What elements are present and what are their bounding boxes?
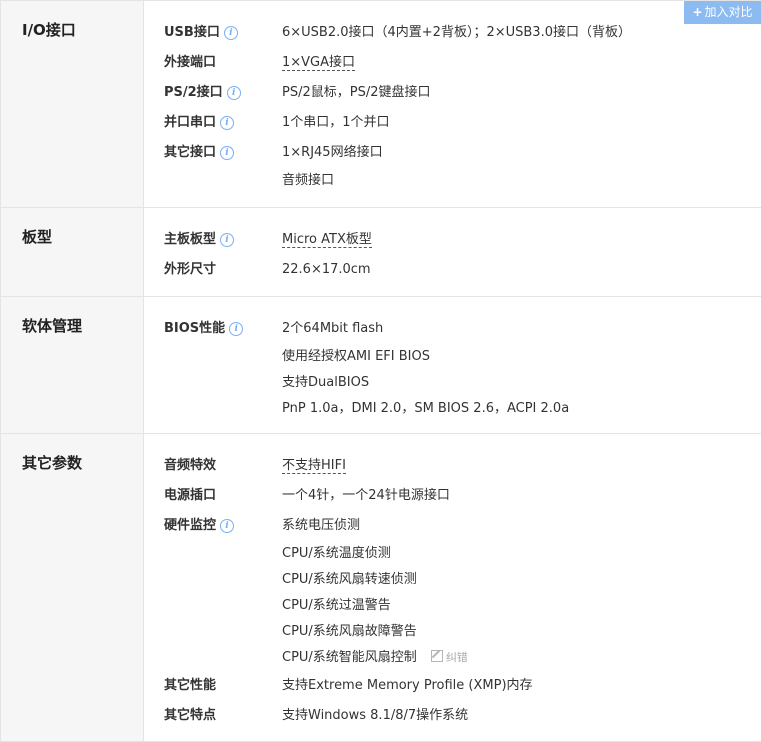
spec-label-parallel-serial: 并口串口 i bbox=[144, 108, 282, 138]
spec-value-monitor: 系统电压侦测 bbox=[282, 518, 361, 533]
spec-label-features: 其它特点 bbox=[164, 708, 217, 723]
spec-value-performance: 支持Extreme Memory Profile (XMP)内存 bbox=[282, 678, 533, 693]
info-icon[interactable]: i bbox=[220, 116, 235, 130]
spec-value-bios: 2个64Mbit flash bbox=[282, 321, 384, 336]
spec-row-other-ports: 其它接口 i 1×RJ45网络接口 音频接口 bbox=[144, 138, 761, 194]
add-to-compare-button[interactable]: + 加入对比 bbox=[684, 1, 761, 24]
spec-row-audio: 音频特效 不支持HIFI bbox=[144, 451, 761, 481]
spec-row-parallel-serial: 并口串口 i 1个串口，1个并口 bbox=[144, 108, 761, 138]
section-io: I/O接口 USB接口 i 6×USB2.0接口（4内置+2背板）；2×USB3.… bbox=[0, 1, 761, 208]
spec-row-usb: USB接口 i 6×USB2.0接口（4内置+2背板）；2×USB3.0接口（背板… bbox=[144, 18, 761, 48]
section-other: 其它参数 音频特效 不支持HIFI 电源插口 一个4针，一个24针电源接口 硬件… bbox=[0, 434, 761, 742]
spec-value-bios: 支持DualBIOS bbox=[282, 375, 370, 390]
info-icon[interactable]: i bbox=[220, 519, 235, 533]
spec-row-size: 外形尺寸 22.6×17.0cm bbox=[144, 255, 761, 285]
section-rows-board: 主板板型 i Micro ATX板型 外形尺寸 22.6×17.0cm bbox=[144, 208, 761, 296]
spec-label-size: 外形尺寸 bbox=[164, 262, 217, 277]
spec-value-monitor: CPU/系统风扇故障警告 bbox=[282, 624, 417, 639]
section-title-software: 软体管理 bbox=[0, 297, 144, 433]
spec-value-form-factor-link[interactable]: Micro ATX板型 bbox=[282, 232, 372, 248]
spec-row-ps2: PS/2接口 i PS/2鼠标，PS/2键盘接口 bbox=[144, 78, 761, 108]
correct-link[interactable]: 纠错 bbox=[430, 645, 468, 671]
spec-value-size: 22.6×17.0cm bbox=[282, 262, 371, 277]
spec-value-features: 支持Windows 8.1/8/7操作系统 bbox=[282, 708, 469, 723]
spec-label-usb: USB接口 i bbox=[144, 18, 282, 48]
spec-label-monitor: 硬件监控 i bbox=[144, 511, 282, 541]
spec-label-performance: 其它性能 bbox=[164, 678, 217, 693]
section-rows-io: USB接口 i 6×USB2.0接口（4内置+2背板）；2×USB3.0接口（背板… bbox=[144, 1, 761, 207]
spec-label-form-factor: 主板板型 i bbox=[144, 225, 282, 255]
spec-label-audio: 音频特效 bbox=[164, 458, 217, 473]
spec-row-power: 电源插口 一个4针，一个24针电源接口 bbox=[144, 481, 761, 511]
spec-row-performance: 其它性能 支持Extreme Memory Profile (XMP)内存 bbox=[144, 671, 761, 701]
info-icon[interactable]: i bbox=[220, 233, 235, 247]
spec-label-other-ports: 其它接口 i bbox=[144, 138, 282, 168]
spec-label-bios: BIOS性能 i bbox=[144, 314, 282, 344]
spec-label-ps2: PS/2接口 i bbox=[144, 78, 282, 108]
section-board: 板型 主板板型 i Micro ATX板型 外形尺寸 22.6×17.0cm bbox=[0, 208, 761, 297]
spec-row-monitor: 硬件监控 i 系统电压侦测 CPU/系统温度侦测 CPU/系统风扇转速侦测 CPU… bbox=[144, 511, 761, 671]
spec-value-bios: 使用经授权AMI EFI BIOS bbox=[282, 349, 430, 364]
section-title-other: 其它参数 bbox=[0, 434, 144, 741]
spec-value-monitor: CPU/系统过温警告 bbox=[282, 598, 391, 613]
spec-value-parallel-serial: 1个串口，1个并口 bbox=[282, 115, 390, 130]
spec-value-monitor: CPU/系统风扇转速侦测 bbox=[282, 572, 417, 587]
info-icon[interactable]: i bbox=[220, 146, 235, 160]
edit-icon bbox=[430, 650, 443, 662]
spec-row-external: 外接端口 1×VGA接口 bbox=[144, 48, 761, 78]
spec-table: I/O接口 USB接口 i 6×USB2.0接口（4内置+2背板）；2×USB3.… bbox=[0, 0, 761, 742]
spec-value-audio-link[interactable]: 不支持HIFI bbox=[282, 458, 346, 474]
spec-value-bios: PnP 1.0a，DMI 2.0，SM BIOS 2.6，ACPI 2.0a bbox=[282, 401, 570, 416]
spec-value-power: 一个4针，一个24针电源接口 bbox=[282, 488, 450, 503]
info-icon[interactable]: i bbox=[229, 322, 244, 336]
plus-icon: + bbox=[692, 5, 703, 19]
spec-label-external: 外接端口 bbox=[164, 55, 217, 70]
spec-row-form-factor: 主板板型 i Micro ATX板型 bbox=[144, 225, 761, 255]
spec-value-monitor: CPU/系统温度侦测 bbox=[282, 546, 391, 561]
spec-label-power: 电源插口 bbox=[164, 488, 217, 503]
spec-value-ps2: PS/2鼠标，PS/2键盘接口 bbox=[282, 85, 431, 100]
section-rows-software: BIOS性能 i 2个64Mbit flash 使用经授权AMI EFI BIOS… bbox=[144, 297, 761, 433]
info-icon[interactable]: i bbox=[226, 86, 241, 100]
spec-value-other-ports: 1×RJ45网络接口 bbox=[282, 145, 383, 160]
section-title-io: I/O接口 bbox=[0, 1, 144, 207]
spec-row-features: 其它特点 支持Windows 8.1/8/7操作系统 bbox=[144, 701, 761, 731]
section-rows-other: 音频特效 不支持HIFI 电源插口 一个4针，一个24针电源接口 硬件监控 i 系… bbox=[144, 434, 761, 741]
spec-value-other-ports: 音频接口 bbox=[282, 173, 335, 188]
spec-value-external-link[interactable]: 1×VGA接口 bbox=[282, 55, 356, 71]
spec-row-bios: BIOS性能 i 2个64Mbit flash 使用经授权AMI EFI BIOS… bbox=[144, 314, 761, 422]
section-title-board: 板型 bbox=[0, 208, 144, 296]
spec-value-monitor-last: CPU/系统智能风扇控制 纠错 bbox=[282, 645, 761, 671]
info-icon[interactable]: i bbox=[223, 26, 238, 40]
section-software: 软体管理 BIOS性能 i 2个64Mbit flash 使用经授权AMI EFI… bbox=[0, 297, 761, 434]
